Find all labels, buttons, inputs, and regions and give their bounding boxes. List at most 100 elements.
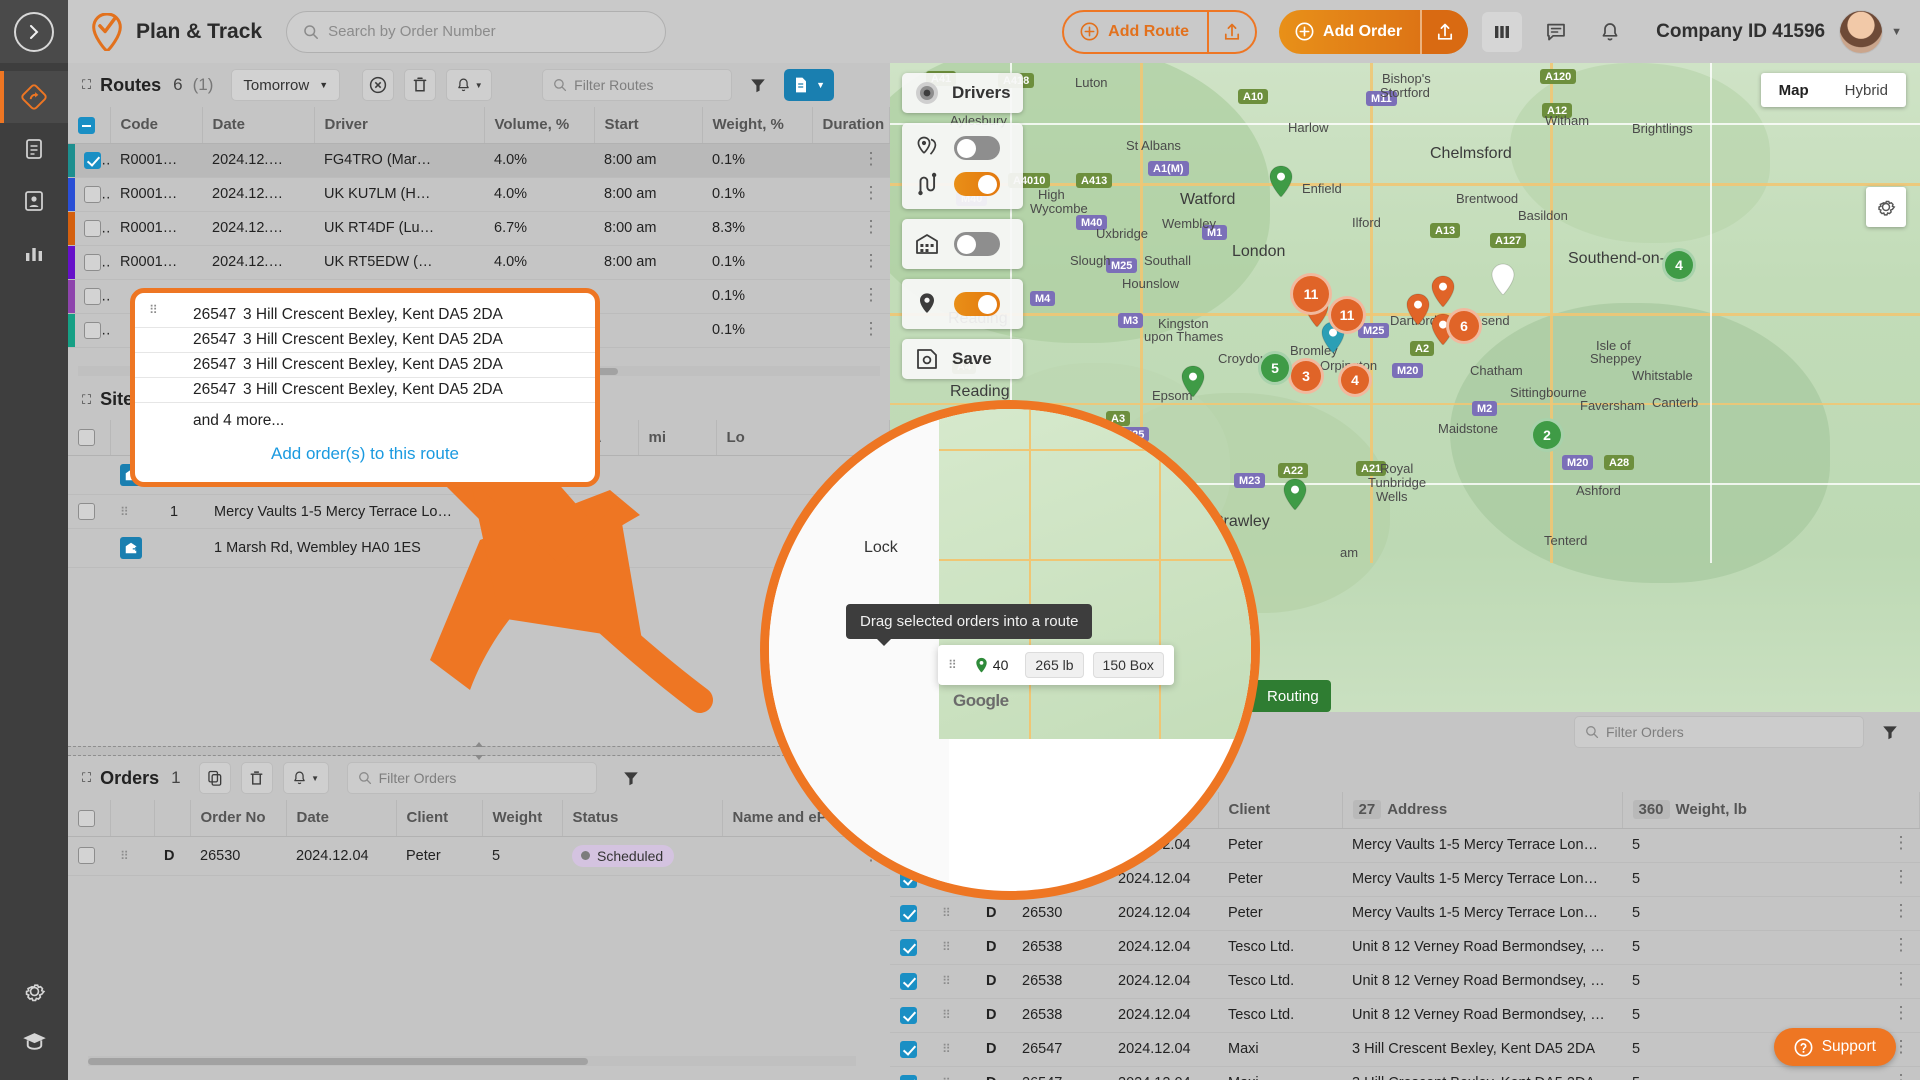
- table-row[interactable]: 1 Marsh Rd, Wembley HA0 1ES: [68, 528, 890, 569]
- unscheduled-col-weight[interactable]: 360 Weight, lb: [1622, 792, 1920, 829]
- add-route-split-button[interactable]: Add Route: [1062, 9, 1258, 54]
- map-pin-marker[interactable]: [1180, 365, 1206, 399]
- table-row[interactable]: ⠿ D 26538 2024.12.04 Tesco Ltd. Unit 8 1…: [890, 964, 1920, 999]
- toggle-route-path[interactable]: [954, 172, 1000, 196]
- row-menu-icon[interactable]: ⋮: [863, 251, 880, 270]
- chat-button[interactable]: [1536, 12, 1576, 52]
- unscheduled-cell-orderno[interactable]: 26538: [1012, 930, 1108, 965]
- drag-grip-icon[interactable]: ⠿: [942, 906, 952, 920]
- unscheduled-cell-orderno[interactable]: 26530: [1012, 896, 1108, 931]
- row-menu-icon[interactable]: ⋮: [863, 149, 880, 168]
- sidebar-collapse-button[interactable]: [14, 11, 54, 52]
- map-cluster-marker[interactable]: 11: [1328, 296, 1366, 334]
- row-menu-icon[interactable]: ⋮: [863, 217, 880, 236]
- search-order-box[interactable]: Search by Order Number: [286, 10, 667, 53]
- map-pin-marker[interactable]: [1490, 263, 1516, 297]
- unscheduled-cell-orderno[interactable]: 26538: [1012, 964, 1108, 999]
- orders-col-date[interactable]: Date: [286, 800, 397, 837]
- map-pin-marker[interactable]: [1430, 275, 1456, 309]
- unscheduled-cell-orderno[interactable]: 26547: [1012, 1032, 1108, 1067]
- row-menu-icon[interactable]: ⋮: [1893, 936, 1910, 953]
- orders-row-checkbox[interactable]: [78, 847, 95, 865]
- routes-filter-input[interactable]: Filter Routes: [542, 69, 733, 101]
- avatar[interactable]: [1839, 9, 1884, 54]
- import-orders-button[interactable]: [1422, 9, 1469, 54]
- toggle-warehouse[interactable]: [954, 232, 1000, 256]
- add-orders-to-route-link[interactable]: Add order(s) to this route: [135, 434, 595, 476]
- drag-summary-chip[interactable]: ⠿ 40 265 lb 150 Box: [938, 645, 1174, 685]
- splitter-handle-icon[interactable]: [468, 740, 490, 762]
- routes-col-code[interactable]: Code: [110, 107, 203, 144]
- drag-grip-icon[interactable]: ⠿: [120, 505, 130, 519]
- row-menu-icon[interactable]: ⋮: [1893, 868, 1910, 885]
- map-pin-marker[interactable]: [1268, 165, 1294, 199]
- routes-clear-button[interactable]: [362, 69, 395, 101]
- drivers-card[interactable]: Drivers: [902, 73, 1023, 113]
- routes-export-button[interactable]: ▼: [784, 69, 835, 101]
- unscheduled-row-checkbox[interactable]: [900, 904, 917, 922]
- routes-row-checkbox[interactable]: [84, 253, 101, 271]
- map-cluster-marker[interactable]: 3: [1288, 358, 1324, 394]
- drag-grip-icon[interactable]: ⠿: [942, 1008, 952, 1022]
- sidebar-item-settings[interactable]: [0, 966, 68, 1016]
- map-cluster-marker[interactable]: 4: [1662, 248, 1696, 282]
- table-row[interactable]: R0001… 2024.12.… UK RT5EDW (… 4.0% 8:00 …: [68, 245, 890, 280]
- routes-row-checkbox[interactable]: [84, 219, 101, 237]
- map-pin-marker[interactable]: [1282, 478, 1308, 512]
- routes-delete-button[interactable]: [404, 69, 437, 101]
- orders-select-all-checkbox[interactable]: [78, 809, 95, 827]
- row-menu-icon[interactable]: ⋮: [1893, 834, 1910, 851]
- row-menu-icon[interactable]: ⋮: [1893, 902, 1910, 919]
- table-row[interactable]: ⠿ D 26530 2024.12.04 Peter 5 Scheduled ⋮: [68, 836, 890, 876]
- drag-grip-icon[interactable]: ⠿: [942, 974, 952, 988]
- drag-grip-icon[interactable]: ⠿: [942, 940, 952, 954]
- unscheduled-col-address[interactable]: 27 Address: [1342, 792, 1623, 829]
- map-type-hybrid[interactable]: Hybrid: [1827, 73, 1906, 107]
- panel-splitter[interactable]: [68, 742, 890, 761]
- add-order-split-button[interactable]: Add Order: [1279, 9, 1469, 54]
- row-menu-icon[interactable]: ⋮: [1893, 1004, 1910, 1021]
- unscheduled-row-checkbox[interactable]: [900, 972, 917, 990]
- expand-icon[interactable]: ⛶: [82, 392, 91, 408]
- toggle-map-pin[interactable]: [954, 292, 1000, 316]
- orders-notify-button[interactable]: ▼: [282, 762, 329, 795]
- map-cluster-marker[interactable]: 6: [1446, 308, 1482, 344]
- sites-col-mi[interactable]: mi: [638, 419, 717, 457]
- table-row[interactable]: ⠿ D 26547 2024.12.04 Maxi 3 Hill Crescen…: [890, 1066, 1920, 1080]
- sidebar-item-orders[interactable]: [0, 123, 68, 175]
- drag-grip-icon[interactable]: ⠿: [120, 849, 130, 863]
- row-menu-icon[interactable]: ⋮: [1893, 970, 1910, 987]
- table-row[interactable]: ⠿ D 26547 2024.12.04 Maxi 3 Hill Crescen…: [890, 1032, 1920, 1067]
- search-input[interactable]: Search by Order Number: [328, 23, 496, 40]
- map-pin-marker[interactable]: [1405, 293, 1431, 327]
- unscheduled-row-checkbox[interactable]: [900, 1040, 917, 1058]
- user-menu-chevron-down-icon[interactable]: ▼: [1891, 26, 1902, 38]
- map-cluster-marker[interactable]: 4: [1338, 363, 1372, 397]
- routes-row-checkbox[interactable]: [84, 321, 101, 339]
- routes-col-start[interactable]: Start: [594, 107, 703, 144]
- map-cluster-marker[interactable]: 2: [1530, 418, 1564, 452]
- table-row[interactable]: ⠿ D 26538 2024.12.04 Tesco Ltd. Unit 8 1…: [890, 998, 1920, 1033]
- orders-cell-orderno[interactable]: 26530: [190, 836, 286, 876]
- routes-day-select[interactable]: Tomorrow ▼: [231, 69, 341, 101]
- orders-filter-input[interactable]: Filter Orders: [346, 762, 597, 795]
- orders-col-status[interactable]: Status: [562, 800, 723, 837]
- routes-funnel-button[interactable]: [742, 69, 774, 101]
- table-row[interactable]: R0001… 2024.12.… UK RT4DF (Lu… 6.7% 8:00…: [68, 211, 890, 246]
- row-menu-icon[interactable]: ⋮: [1893, 1072, 1910, 1080]
- routes-row-checkbox[interactable]: [84, 287, 101, 305]
- toggle-pins-group[interactable]: [954, 136, 1000, 160]
- table-row[interactable]: ⠿ D 26538 2024.12.04 Tesco Ltd. Unit 8 1…: [890, 930, 1920, 965]
- drag-grip-icon[interactable]: ⠿: [948, 659, 958, 671]
- drag-grip-icon[interactable]: ⠿: [942, 1042, 952, 1056]
- expand-icon[interactable]: ⛶: [82, 77, 91, 93]
- add-order-button[interactable]: Add Order: [1279, 10, 1420, 54]
- routes-notify-button[interactable]: ▼: [446, 69, 493, 101]
- sites-row-checkbox[interactable]: [78, 503, 95, 521]
- table-row[interactable]: ⠿ D 26530 2024.12.04 Peter Mercy Vaults …: [890, 896, 1920, 931]
- notifications-button[interactable]: [1590, 12, 1630, 52]
- unscheduled-row-checkbox[interactable]: [900, 938, 917, 956]
- import-routes-button[interactable]: [1209, 22, 1255, 42]
- row-menu-icon[interactable]: ⋮: [863, 183, 880, 202]
- unscheduled-cell-orderno[interactable]: 26538: [1012, 998, 1108, 1033]
